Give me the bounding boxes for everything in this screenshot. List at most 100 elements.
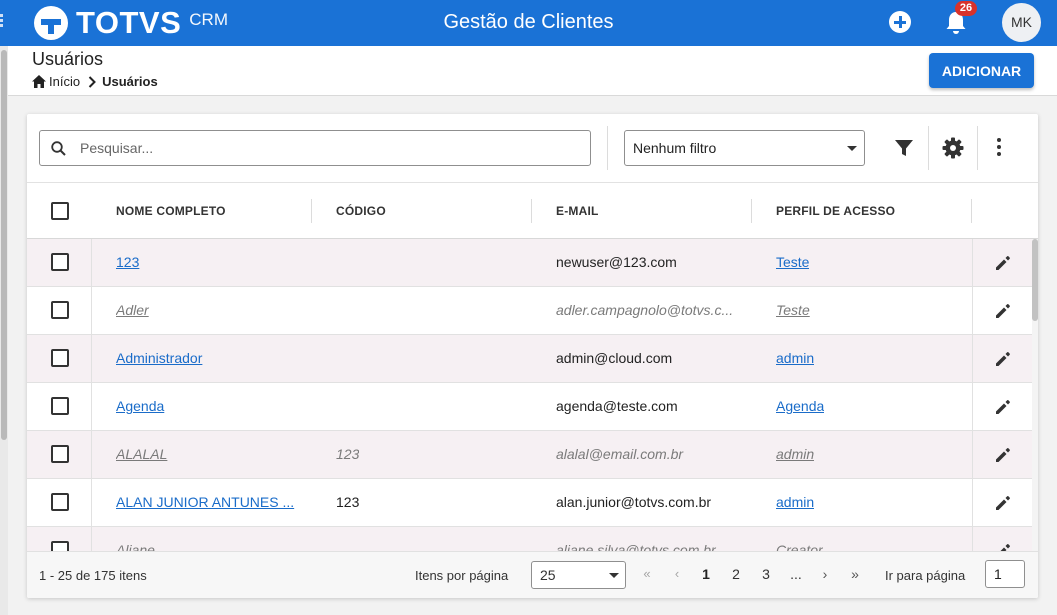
goto-page-input[interactable] xyxy=(985,560,1025,588)
user-email: alalal@email.com.br xyxy=(556,446,684,462)
home-icon xyxy=(32,75,46,88)
column-header-code[interactable]: CÓDIGO xyxy=(336,183,386,239)
row-checkbox[interactable] xyxy=(51,253,69,271)
row-select-cell xyxy=(27,335,92,382)
filter-select-value: Nenhum filtro xyxy=(633,140,717,156)
user-email: admin@cloud.com xyxy=(556,350,673,366)
row-select-cell xyxy=(27,431,92,478)
user-email: alan.junior@totvs.com.br xyxy=(556,494,712,510)
user-name-link[interactable]: ALALAL xyxy=(116,446,167,462)
table-row: Adler adler.campagnolo@totvs.c... Teste xyxy=(27,287,1033,335)
row-checkbox[interactable] xyxy=(51,301,69,319)
user-avatar[interactable]: MK xyxy=(1002,3,1041,42)
column-divider xyxy=(751,199,752,223)
row-select-cell xyxy=(27,239,92,286)
select-all-checkbox[interactable] xyxy=(51,202,69,220)
edit-pencil-icon[interactable] xyxy=(995,543,1011,551)
column-divider xyxy=(311,199,312,223)
funnel-icon[interactable] xyxy=(894,138,914,158)
caret-down-icon xyxy=(847,146,857,151)
table-scrollbar-thumb[interactable] xyxy=(1032,239,1038,321)
next-page-button[interactable]: › xyxy=(816,562,834,586)
logo-subtitle: CRM xyxy=(189,10,228,29)
filter-select[interactable]: Nenhum filtro xyxy=(624,130,865,166)
row-checkbox[interactable] xyxy=(51,349,69,367)
edit-pencil-icon[interactable] xyxy=(995,399,1011,415)
user-name-link[interactable]: ALAN JUNIOR ANTUNES ... xyxy=(116,494,294,510)
toolbar-divider xyxy=(928,126,929,170)
user-name-link[interactable]: Aliane xyxy=(116,542,155,551)
search-input[interactable] xyxy=(80,132,580,164)
user-name-link[interactable]: Administrador xyxy=(116,350,202,366)
user-email: adler.campagnolo@totvs.c... xyxy=(556,302,734,318)
edit-pencil-icon[interactable] xyxy=(995,351,1011,367)
row-select-cell xyxy=(27,287,92,334)
user-email: aliane.silva@totvs.com.br xyxy=(556,542,716,551)
chevron-right-icon xyxy=(88,75,96,88)
items-range: 1 - 25 de 175 itens xyxy=(39,568,147,583)
column-header-profile[interactable]: PERFIL DE ACESSO xyxy=(776,183,895,239)
edit-pencil-icon[interactable] xyxy=(995,495,1011,511)
row-checkbox[interactable] xyxy=(51,397,69,415)
profile-link[interactable]: admin xyxy=(776,350,814,366)
column-header-email[interactable]: E-MAIL xyxy=(556,183,599,239)
row-actions-cell xyxy=(972,527,1033,551)
edit-pencil-icon[interactable] xyxy=(995,447,1011,463)
row-checkbox[interactable] xyxy=(51,541,69,551)
row-select-cell xyxy=(27,383,92,430)
page-scrollbar-thumb[interactable] xyxy=(1,50,7,440)
profile-link[interactable]: Teste xyxy=(776,302,810,318)
top-bar: TOTVS CRM Gestão de Clientes 26 MK xyxy=(0,0,1057,46)
last-page-button[interactable]: » xyxy=(846,562,864,586)
page-header: Usuários Início Usuários ADICIONAR xyxy=(8,46,1057,96)
logo-text: TOTVS xyxy=(76,5,182,40)
row-select-cell xyxy=(27,527,92,551)
breadcrumb-current: Usuários xyxy=(102,74,158,89)
menu-toggle-icon[interactable] xyxy=(0,14,3,28)
page-scrollbar[interactable] xyxy=(0,46,8,615)
search-box[interactable] xyxy=(39,130,591,166)
page-1-button[interactable]: 1 xyxy=(697,562,715,586)
toolbar-divider xyxy=(607,126,608,170)
page-2-button[interactable]: 2 xyxy=(727,562,745,586)
more-vertical-icon[interactable] xyxy=(996,138,1002,158)
profile-link[interactable]: Teste xyxy=(776,254,809,270)
totvs-logo-icon xyxy=(34,6,68,40)
table-scrollbar[interactable] xyxy=(1032,239,1038,551)
profile-link[interactable]: Agenda xyxy=(776,398,824,414)
table-row: Agenda agenda@teste.com Agenda xyxy=(27,383,1033,431)
row-checkbox[interactable] xyxy=(51,445,69,463)
table-footer: 1 - 25 de 175 itens Itens por página 25 … xyxy=(27,551,1038,598)
user-name-link[interactable]: Adler xyxy=(116,302,149,318)
add-circle-icon[interactable] xyxy=(889,11,911,33)
app-logo: TOTVS CRM xyxy=(32,4,228,42)
row-checkbox[interactable] xyxy=(51,493,69,511)
profile-link[interactable]: admin xyxy=(776,446,814,462)
edit-pencil-icon[interactable] xyxy=(995,303,1011,319)
users-table-card: Nenhum filtro NOME COMPLETO CÓDIGO E-MAI… xyxy=(27,114,1038,598)
page-ellipsis[interactable]: ... xyxy=(785,562,807,586)
page-3-button[interactable]: 3 xyxy=(757,562,775,586)
row-actions-cell xyxy=(972,335,1033,382)
add-button[interactable]: ADICIONAR xyxy=(929,53,1034,88)
user-code: 123 xyxy=(336,494,360,510)
table-body: 123 newuser@123.com Teste Adler adler.ca… xyxy=(27,239,1033,551)
table-row: Administrador admin@cloud.com admin xyxy=(27,335,1033,383)
row-actions-cell xyxy=(972,239,1033,286)
user-name-link[interactable]: Agenda xyxy=(116,398,164,414)
prev-page-button[interactable]: ‹ xyxy=(668,562,686,586)
row-actions-cell xyxy=(972,287,1033,334)
column-divider xyxy=(531,199,532,223)
per-page-select[interactable]: 25 xyxy=(531,561,626,589)
row-select-cell xyxy=(27,479,92,526)
table-row: ALAN JUNIOR ANTUNES ... 123 alan.junior@… xyxy=(27,479,1033,527)
column-header-name[interactable]: NOME COMPLETO xyxy=(116,183,226,239)
page-title: Usuários xyxy=(32,49,104,69)
profile-link[interactable]: admin xyxy=(776,494,814,510)
profile-link[interactable]: Creator xyxy=(776,542,823,551)
user-name-link[interactable]: 123 xyxy=(116,254,139,270)
gear-icon[interactable] xyxy=(942,137,964,159)
first-page-button[interactable]: « xyxy=(638,562,656,586)
edit-pencil-icon[interactable] xyxy=(995,255,1011,271)
breadcrumb-home[interactable]: Início xyxy=(49,74,80,89)
